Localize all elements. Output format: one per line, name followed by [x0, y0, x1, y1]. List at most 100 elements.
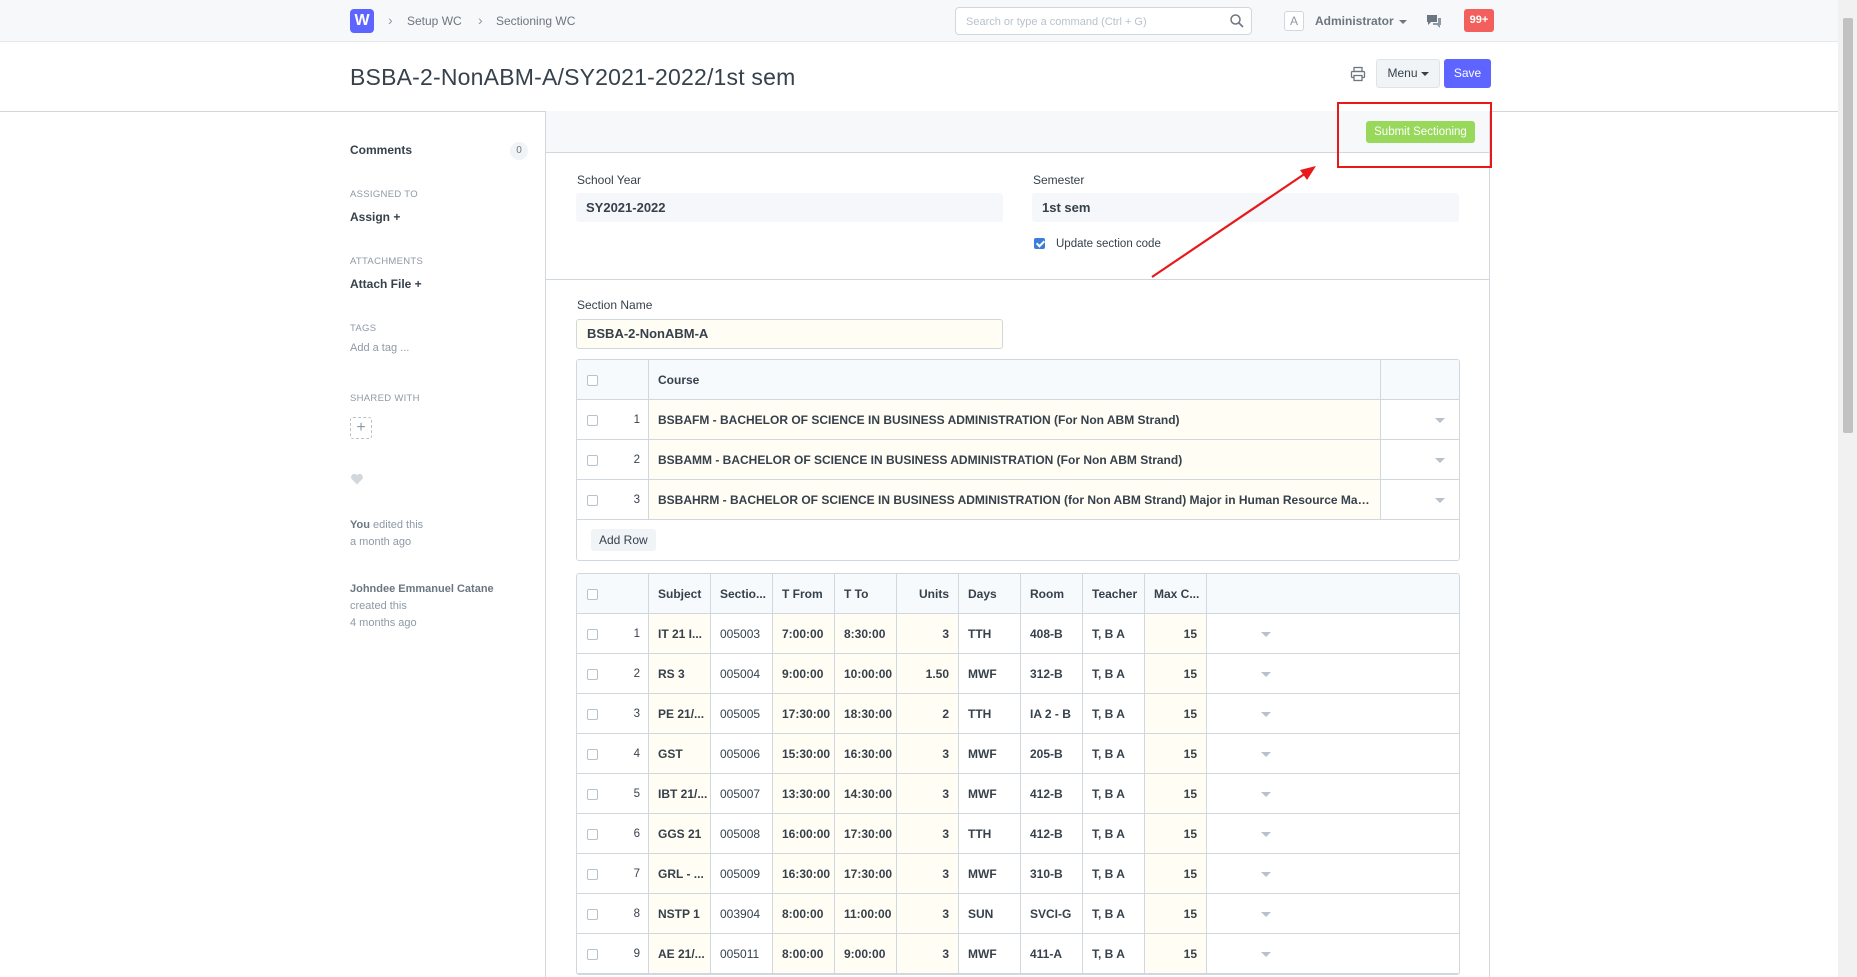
section-cell: 005005 [711, 694, 773, 733]
caret-down-icon[interactable] [1261, 872, 1271, 877]
caret-down-icon[interactable] [1261, 632, 1271, 637]
column-header-days: Days [959, 574, 1021, 613]
table-row[interactable]: 2 BSBAMM - BACHELOR OF SCIENCE IN BUSINES… [577, 440, 1459, 480]
row-index: 4 [610, 734, 649, 773]
course-cell: BSBAFM - BACHELOR OF SCIENCE IN BUSINESS… [649, 400, 1381, 439]
select-all-checkbox[interactable] [587, 375, 598, 386]
caret-down-icon[interactable] [1261, 952, 1271, 957]
school-year-field[interactable]: SY2021-2022 [576, 193, 1003, 222]
section-cell: 005008 [711, 814, 773, 853]
table-row[interactable]: 4 GST 005006 15:30:00 16:30:00 3 MWF 205-B T, B … [577, 734, 1459, 774]
semester-field[interactable]: 1st sem [1032, 193, 1459, 222]
heart-icon[interactable] [350, 472, 364, 486]
table-row[interactable]: 3 BSBAHRM - BACHELOR OF SCIENCE IN BUSINE… [577, 480, 1459, 520]
save-button[interactable]: Save [1444, 59, 1491, 88]
caret-down-icon[interactable] [1261, 792, 1271, 797]
sidebar-comments-label[interactable]: Comments [350, 143, 412, 157]
row-select-cell [577, 694, 610, 733]
row-checkbox[interactable] [587, 669, 598, 680]
row-select-cell [577, 614, 610, 653]
course-cell: BSBAMM - BACHELOR OF SCIENCE IN BUSINESS… [649, 440, 1381, 479]
user-name: Administrator [1315, 14, 1394, 28]
t-from-cell: 8:00:00 [773, 894, 835, 933]
units-cell: 3 [897, 894, 959, 933]
caret-down-icon[interactable] [1435, 498, 1445, 503]
row-select-cell [577, 654, 610, 693]
row-index: 6 [610, 814, 649, 853]
max-cell: 15 [1145, 654, 1207, 693]
breadcrumb-setup-wc[interactable]: Setup WC [407, 14, 462, 28]
room-cell: 205-B [1021, 734, 1083, 773]
row-select-cell [577, 814, 610, 853]
t-to-cell: 8:30:00 [835, 614, 897, 653]
row-index: 8 [610, 894, 649, 933]
row-checkbox[interactable] [587, 629, 598, 640]
table-row[interactable]: 9 AE 21/... 005011 8:00:00 9:00:00 3 MWF 411-A T… [577, 934, 1459, 974]
units-cell: 3 [897, 614, 959, 653]
table-row[interactable]: 3 PE 21/... 005005 17:30:00 18:30:00 2 TTH IA 2… [577, 694, 1459, 734]
select-all-checkbox[interactable] [587, 589, 598, 600]
table-row[interactable]: 6 GGS 21 005008 16:00:00 17:30:00 3 TTH 412-B T,… [577, 814, 1459, 854]
app-logo[interactable]: W [350, 9, 374, 33]
caret-down-icon[interactable] [1261, 832, 1271, 837]
attach-file-link[interactable]: Attach File + [350, 277, 422, 291]
update-section-code-checkbox[interactable] [1034, 238, 1045, 249]
chat-icon[interactable] [1425, 12, 1443, 30]
table-row[interactable]: 2 RS 3 005004 9:00:00 10:00:00 1.50 MWF 312-B T,… [577, 654, 1459, 694]
row-checkbox[interactable] [587, 749, 598, 760]
add-tag-link[interactable]: Add a tag ... [350, 342, 409, 354]
room-cell: 310-B [1021, 854, 1083, 893]
t-from-cell: 16:00:00 [773, 814, 835, 853]
user-menu[interactable]: Administrator [1315, 14, 1407, 28]
timeline-user[interactable]: You [350, 519, 370, 531]
caret-down-icon[interactable] [1261, 672, 1271, 677]
row-checkbox[interactable] [587, 495, 598, 506]
timeline-user[interactable]: Johndee Emmanuel Catane [350, 583, 494, 595]
row-checkbox[interactable] [587, 869, 598, 880]
room-cell: IA 2 - B [1021, 694, 1083, 733]
days-cell: MWF [959, 934, 1021, 973]
assign-link[interactable]: Assign + [350, 210, 400, 224]
row-checkbox[interactable] [587, 829, 598, 840]
subject-cell: GRL - ... [649, 854, 711, 893]
row-checkbox[interactable] [587, 709, 598, 720]
print-icon[interactable] [1350, 66, 1366, 82]
row-checkbox[interactable] [587, 789, 598, 800]
add-row-button[interactable]: Add Row [591, 529, 656, 551]
subject-cell: PE 21/... [649, 694, 711, 733]
notifications-badge[interactable]: 99+ [1464, 9, 1494, 32]
caret-down-icon[interactable] [1435, 458, 1445, 463]
share-add-button[interactable]: + [350, 417, 372, 439]
row-checkbox[interactable] [587, 909, 598, 920]
table-row[interactable]: 7 GRL - ... 005009 16:30:00 17:30:00 3 MWF 310-… [577, 854, 1459, 894]
teacher-cell: T, B A [1083, 854, 1145, 893]
caret-down-icon[interactable] [1261, 912, 1271, 917]
teacher-cell: T, B A [1083, 894, 1145, 933]
column-header-t-to: T To [835, 574, 897, 613]
caret-down-icon[interactable] [1435, 418, 1445, 423]
menu-button[interactable]: Menu [1376, 59, 1440, 88]
table-row[interactable]: 8 NSTP 1 003904 8:00:00 11:00:00 3 SUN SVCI-G T,… [577, 894, 1459, 934]
units-cell: 2 [897, 694, 959, 733]
section-cell: 005011 [711, 934, 773, 973]
scrollbar-thumb[interactable] [1843, 18, 1853, 433]
section-name-input[interactable]: BSBA-2-NonABM-A [576, 319, 1003, 349]
caret-down-icon[interactable] [1261, 752, 1271, 757]
search-icon[interactable] [1229, 13, 1245, 29]
breadcrumb-sectioning-wc[interactable]: Sectioning WC [496, 14, 575, 28]
row-checkbox[interactable] [587, 415, 598, 426]
search-input[interactable]: Search or type a command (Ctrl + G) [955, 7, 1252, 35]
days-cell: TTH [959, 694, 1021, 733]
timeline-action: created this [350, 600, 407, 612]
courses-table: Course 1 BSBAFM - BACHELOR OF SCIENCE IN … [576, 359, 1460, 561]
row-checkbox[interactable] [587, 455, 598, 466]
section-cell: 005003 [711, 614, 773, 653]
row-select-cell [577, 400, 610, 439]
caret-down-icon[interactable] [1261, 712, 1271, 717]
table-row[interactable]: 5 IBT 21/... 005007 13:30:00 14:30:00 3 MWF 412… [577, 774, 1459, 814]
avatar[interactable]: A [1284, 11, 1304, 31]
table-row[interactable]: 1 IT 21 I... 005003 7:00:00 8:30:00 3 TTH 408-B… [577, 614, 1459, 654]
row-checkbox[interactable] [587, 949, 598, 960]
table-row[interactable]: 1 BSBAFM - BACHELOR OF SCIENCE IN BUSINES… [577, 400, 1459, 440]
row-actions-cell [1207, 654, 1459, 693]
